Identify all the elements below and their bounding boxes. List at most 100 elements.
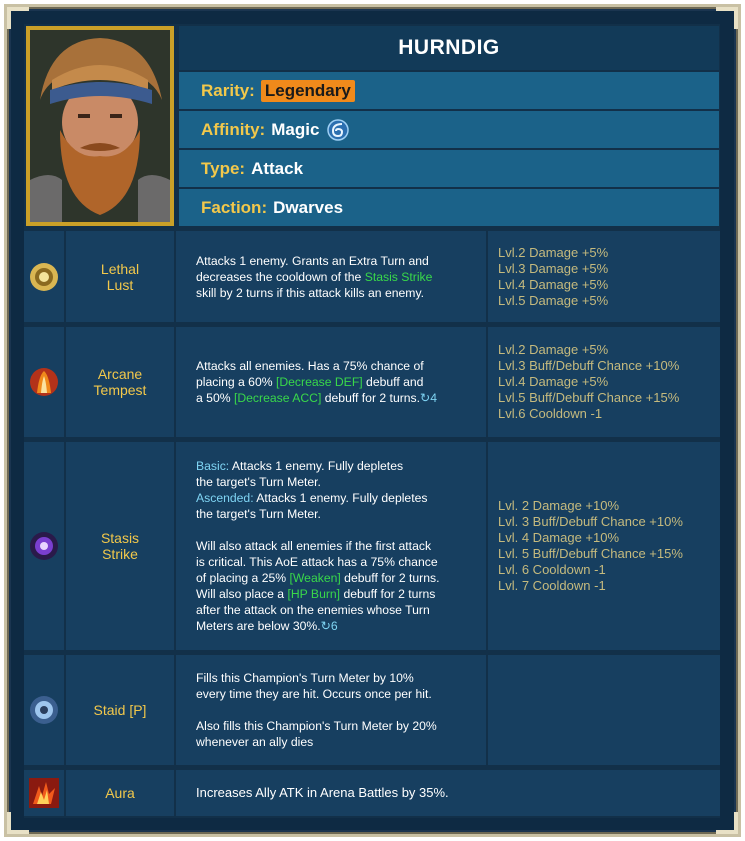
affinity-row: Affinity: Magic [179,111,719,148]
aura-text: Increases Ally ATK in Arena Battles by 3… [196,785,449,800]
debuff-reference: [Decrease DEF] [275,375,363,389]
skill-row: Arcane Tempest Attacks all enemies. Has … [24,327,720,437]
skill-name: Stasis [100,530,140,546]
desc-line: whenever an ally dies [196,735,314,749]
affinity-label: Affinity: [201,119,266,139]
aura-icon-cell [24,770,64,816]
magic-affinity-icon [327,118,350,141]
type-row: Type: Attack [179,150,719,187]
skill-description: Basic: Attacks 1 enemy. Fully depletes t… [176,442,486,650]
book-level: Lvl.3 Buff/Debuff Chance +10% [498,358,680,373]
book-level: Lvl. 3 Buff/Debuff Chance +10% [498,514,683,529]
book-level: Lvl.3 Damage +5% [498,260,609,276]
skill-description: Fills this Champion's Turn Meter by 10% … [176,655,486,765]
aura-icon [29,778,59,808]
skill-description: Attacks all enemies. Has a 75% chance of… [176,327,486,437]
desc-line: Meters are below 30%.↻6 [196,619,338,633]
desc-line: is critical. This AoE attack has a 75% c… [196,555,438,569]
faction-row: Faction: Dwarves [179,189,719,226]
skill-row: Staid [P] Fills this Champion's Turn Met… [24,655,720,765]
book-level: Lvl.4 Damage +5% [498,276,609,292]
type-value: Attack [251,158,304,178]
book-level: Lvl. 5 Buff/Debuff Chance +15% [498,546,683,561]
desc-line: the target's Turn Meter. [196,507,321,521]
type-label: Type: [201,158,246,178]
rarity-row: Rarity: Legendary [179,72,719,109]
desc-line: Fills this Champion's Turn Meter by 10% [196,671,414,685]
skill-name-cell: Lethal Lust [66,231,174,322]
lethal-lust-icon [30,262,58,291]
book-level: Lvl.5 Buff/Debuff Chance +15% [498,390,680,405]
skill-books [488,655,720,765]
desc-line: Will also place a [HP Burn] debuff for 2… [196,587,436,601]
skill-reference: Stasis Strike [364,269,433,284]
aura-name: Aura [105,785,135,801]
desc-line: Will also attack all enemies if the firs… [196,539,432,553]
desc-line: decreases the cooldown of the Stasis Str… [196,269,433,284]
skill-name: Staid [P] [93,702,147,718]
debuff-reference: [Weaken] [289,571,341,585]
desc-line: of placing a 25% [Weaken] debuff for 2 t… [196,571,440,585]
cooldown-icon: ↻ [420,391,431,405]
book-level: Lvl. 4 Damage +10% [498,530,620,545]
desc-line: Also fills this Champion's Turn Meter by… [196,719,437,733]
champion-name: HURNDIG [398,36,500,59]
book-level: Lvl. 2 Damage +10% [498,498,620,513]
book-level: Lvl.5 Damage +5% [498,292,609,308]
skill-icon-cell [24,327,64,437]
ascended-label: Ascended: [196,491,254,505]
skill-description: Attacks 1 enemy. Grants an Extra Turn an… [176,231,486,322]
debuff-reference: [HP Burn] [287,587,341,601]
desc-line: Basic: Attacks 1 enemy. Fully depletes [196,459,404,473]
skill-icon-cell [24,655,64,765]
skill-row: Lethal Lust Attacks 1 enemy. Grants an E… [24,231,720,322]
skill-name: Arcane [97,366,143,382]
skill-name: Tempest [93,382,147,398]
desc-line: Attacks 1 enemy. Grants an Extra Turn an… [196,253,429,268]
desc-line: placing a 60% [Decrease DEF] debuff and [196,375,424,389]
skill-name-cell: Stasis Strike [66,442,174,650]
desc-line: skill by 2 turns if this attack kills an… [196,285,425,300]
book-level: Lvl. 6 Cooldown -1 [498,562,606,577]
skill-name: Strike [102,546,138,562]
skill-row: Stasis Strike Basic: Attacks 1 enemy. Fu… [24,442,720,650]
book-level: Lvl.2 Damage +5% [498,244,609,260]
skill-books: Lvl. 2 Damage +10% Lvl. 3 Buff/Debuff Ch… [488,442,720,650]
stasis-strike-icon [30,532,58,560]
rarity-badge: Legendary [260,79,355,102]
book-level: Lvl.4 Damage +5% [498,374,609,389]
basic-label: Basic: [196,459,230,473]
skill-icon-cell [24,442,64,650]
desc-line: Attacks all enemies. Has a 75% chance of [196,359,424,373]
skill-name: Lust [106,276,134,293]
book-level: Lvl.6 Cooldown -1 [498,406,603,421]
cooldown-value: 6 [330,619,338,633]
skill-name: Lethal [100,260,140,277]
aura-row: Aura Increases Ally ATK in Arena Battles… [24,770,720,816]
faction-label: Faction: [201,197,268,217]
desc-line: after the attack on the enemies whose Tu… [196,603,430,617]
debuff-reference: [Decrease ACC] [233,391,322,405]
book-level: Lvl. 7 Cooldown -1 [498,578,606,593]
skill-books: Lvl.2 Damage +5% Lvl.3 Buff/Debuff Chanc… [488,327,720,437]
champion-portrait [26,26,174,226]
skill-icon-cell [24,231,64,322]
skill-name-cell: Arcane Tempest [66,327,174,437]
champion-card: HURNDIG Rarity: Legendary Affinity: Magi… [24,24,720,818]
staid-passive-icon [30,696,58,724]
rarity-label: Rarity: [201,80,255,100]
cooldown-value: 4 [430,391,438,405]
book-level: Lvl.2 Damage +5% [498,342,609,357]
skill-books: Lvl.2 Damage +5% Lvl.3 Damage +5% Lvl.4 … [488,231,720,322]
desc-line: every time they are hit. Occurs once per… [196,687,432,701]
desc-line: a 50% [Decrease ACC] debuff for 2 turns.… [196,391,438,405]
desc-line: Ascended: Attacks 1 enemy. Fully deplete… [196,491,428,505]
aura-name-cell: Aura [66,770,174,816]
skill-name-cell: Staid [P] [66,655,174,765]
affinity-value: Magic [271,119,320,139]
faction-value: Dwarves [273,197,344,217]
desc-line: the target's Turn Meter. [196,475,321,489]
aura-description: Increases Ally ATK in Arena Battles by 3… [176,770,720,816]
arcane-tempest-icon [30,368,58,396]
champion-name-bar: HURNDIG [179,26,719,70]
